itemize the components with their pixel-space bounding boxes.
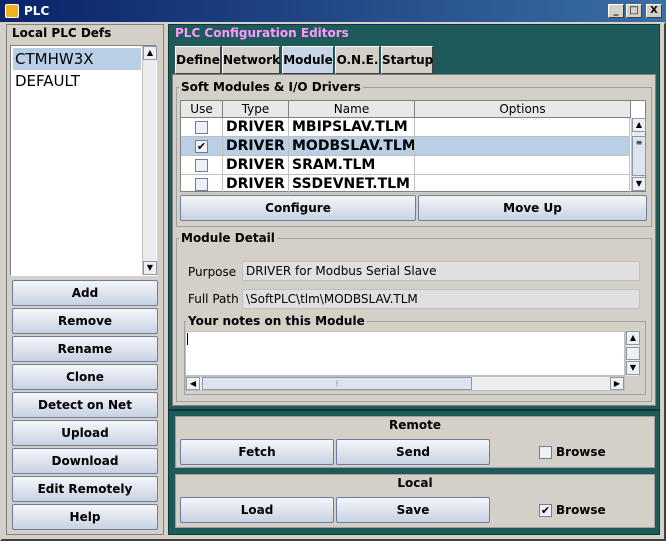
tab-startup[interactable]: Startup — [381, 46, 433, 74]
plc-defs-list[interactable]: CTMHW3X DEFAULT ▲ ▼ — [10, 45, 157, 276]
app-icon — [5, 4, 19, 18]
tab-define[interactable]: Define — [175, 46, 221, 74]
use-checkbox[interactable]: ✔ — [195, 140, 208, 153]
name-cell: MBIPSLAV.TLM — [289, 118, 415, 137]
options-cell — [415, 175, 630, 194]
purpose-field: DRIVER for Modbus Serial Slave — [242, 261, 640, 281]
notes-hscroll[interactable]: ◀ ⦙ ▶ — [185, 376, 625, 391]
title-bar: PLC _ □ X — [0, 0, 666, 22]
drivers-group-title: Soft Modules & I/O Drivers — [179, 80, 363, 94]
scroll-up-icon[interactable]: ▲ — [626, 331, 640, 345]
configure-button[interactable]: Configure — [180, 195, 416, 221]
name-cell: SSDEVNET.TLM — [289, 175, 415, 194]
table-row[interactable]: DRIVER SRAM.TLM — [181, 156, 630, 175]
scroll-up-icon[interactable]: ▲ — [143, 46, 157, 60]
detect-on-net-button[interactable]: Detect on Net — [12, 392, 158, 418]
notes-label: Your notes on this Module — [186, 314, 367, 328]
column-header-type[interactable]: Type — [223, 101, 289, 118]
name-cell: MODBSLAV.TLM — [289, 137, 415, 156]
rename-button[interactable]: Rename — [12, 336, 158, 362]
list-item[interactable]: CTMHW3X — [13, 48, 141, 70]
maximize-button[interactable]: □ — [626, 4, 642, 18]
use-cell — [181, 175, 223, 194]
send-button[interactable]: Send — [336, 439, 490, 465]
tab-network[interactable]: Network — [222, 46, 280, 74]
column-header-use[interactable]: Use — [181, 101, 223, 118]
remote-title: Remote — [388, 418, 441, 432]
tab-one[interactable]: O.N.E. — [335, 46, 380, 74]
use-checkbox[interactable] — [195, 159, 208, 172]
load-button[interactable]: Load — [180, 497, 334, 523]
use-checkbox[interactable] — [195, 121, 208, 134]
help-button[interactable]: Help — [12, 504, 158, 530]
table-row[interactable]: DRIVER SSDEVNET.TLM — [181, 175, 630, 194]
options-cell — [415, 118, 630, 137]
text-cursor — [187, 333, 188, 345]
local-browse-checkbox[interactable]: ✔ — [539, 504, 552, 517]
remove-button[interactable]: Remove — [12, 308, 158, 334]
use-cell — [181, 156, 223, 175]
fetch-button[interactable]: Fetch — [180, 439, 334, 465]
name-cell: SRAM.TLM — [289, 156, 415, 175]
clone-button[interactable]: Clone — [12, 364, 158, 390]
tab-module[interactable]: Module — [282, 46, 334, 74]
table-row[interactable]: DRIVER MBIPSLAV.TLM — [181, 118, 630, 137]
table-scrollbar[interactable]: ▲ ≡ ▼ — [631, 118, 646, 191]
use-cell — [181, 118, 223, 137]
list-item[interactable]: DEFAULT — [13, 70, 141, 92]
options-cell — [415, 156, 630, 175]
use-cell: ✔ — [181, 137, 223, 156]
scroll-down-icon[interactable]: ▼ — [632, 177, 646, 191]
local-browse-label[interactable]: Browse — [556, 503, 606, 517]
type-cell: DRIVER — [223, 175, 289, 194]
use-checkbox[interactable] — [195, 178, 208, 191]
remote-browse-label[interactable]: Browse — [556, 445, 606, 459]
notes-vscroll[interactable]: ▲ ▼ — [625, 331, 640, 376]
table-row[interactable]: ✔ DRIVER MODBSLAV.TLM — [181, 137, 630, 156]
remote-browse-checkbox[interactable] — [539, 446, 552, 459]
scroll-right-icon[interactable]: ▶ — [610, 377, 624, 390]
full-path-label: Full Path — [188, 292, 239, 306]
scroll-up-icon[interactable]: ▲ — [632, 118, 646, 132]
purpose-label: Purpose — [188, 265, 237, 279]
download-button[interactable]: Download — [12, 448, 158, 474]
edit-remotely-button[interactable]: Edit Remotely — [12, 476, 158, 502]
save-button[interactable]: Save — [336, 497, 490, 523]
scroll-thumb[interactable]: ≡ — [632, 136, 646, 176]
notes-textarea[interactable] — [185, 331, 625, 376]
column-header-options[interactable]: Options — [415, 101, 631, 118]
scroll-thumb[interactable]: ⦙ — [202, 377, 472, 390]
editors-title: PLC Configuration Editors — [175, 26, 349, 40]
full-path-field: \SoftPLC\tlm\MODBSLAV.TLM — [242, 289, 640, 309]
list-scrollbar[interactable]: ▲ ▼ — [142, 46, 157, 275]
type-cell: DRIVER — [223, 137, 289, 156]
close-button[interactable]: X — [646, 4, 662, 18]
scroll-down-icon[interactable]: ▼ — [626, 361, 640, 375]
drivers-table[interactable]: Use Type Name Options DRIVER MBIPSLAV.TLM… — [180, 100, 646, 194]
scroll-left-icon[interactable]: ◀ — [186, 377, 200, 390]
minimize-button[interactable]: _ — [608, 4, 624, 18]
module-detail-title: Module Detail — [179, 231, 277, 245]
move-up-button[interactable]: Move Up — [418, 195, 647, 221]
window-title: PLC — [24, 4, 50, 18]
scroll-thumb[interactable] — [626, 347, 640, 360]
column-header-name[interactable]: Name — [289, 101, 415, 118]
local-title: Local — [397, 476, 433, 490]
type-cell: DRIVER — [223, 156, 289, 175]
type-cell: DRIVER — [223, 118, 289, 137]
scroll-down-icon[interactable]: ▼ — [143, 261, 157, 275]
options-cell — [415, 137, 630, 156]
add-button[interactable]: Add — [12, 280, 158, 306]
upload-button[interactable]: Upload — [12, 420, 158, 446]
local-plc-defs-title: Local PLC Defs — [10, 26, 114, 40]
